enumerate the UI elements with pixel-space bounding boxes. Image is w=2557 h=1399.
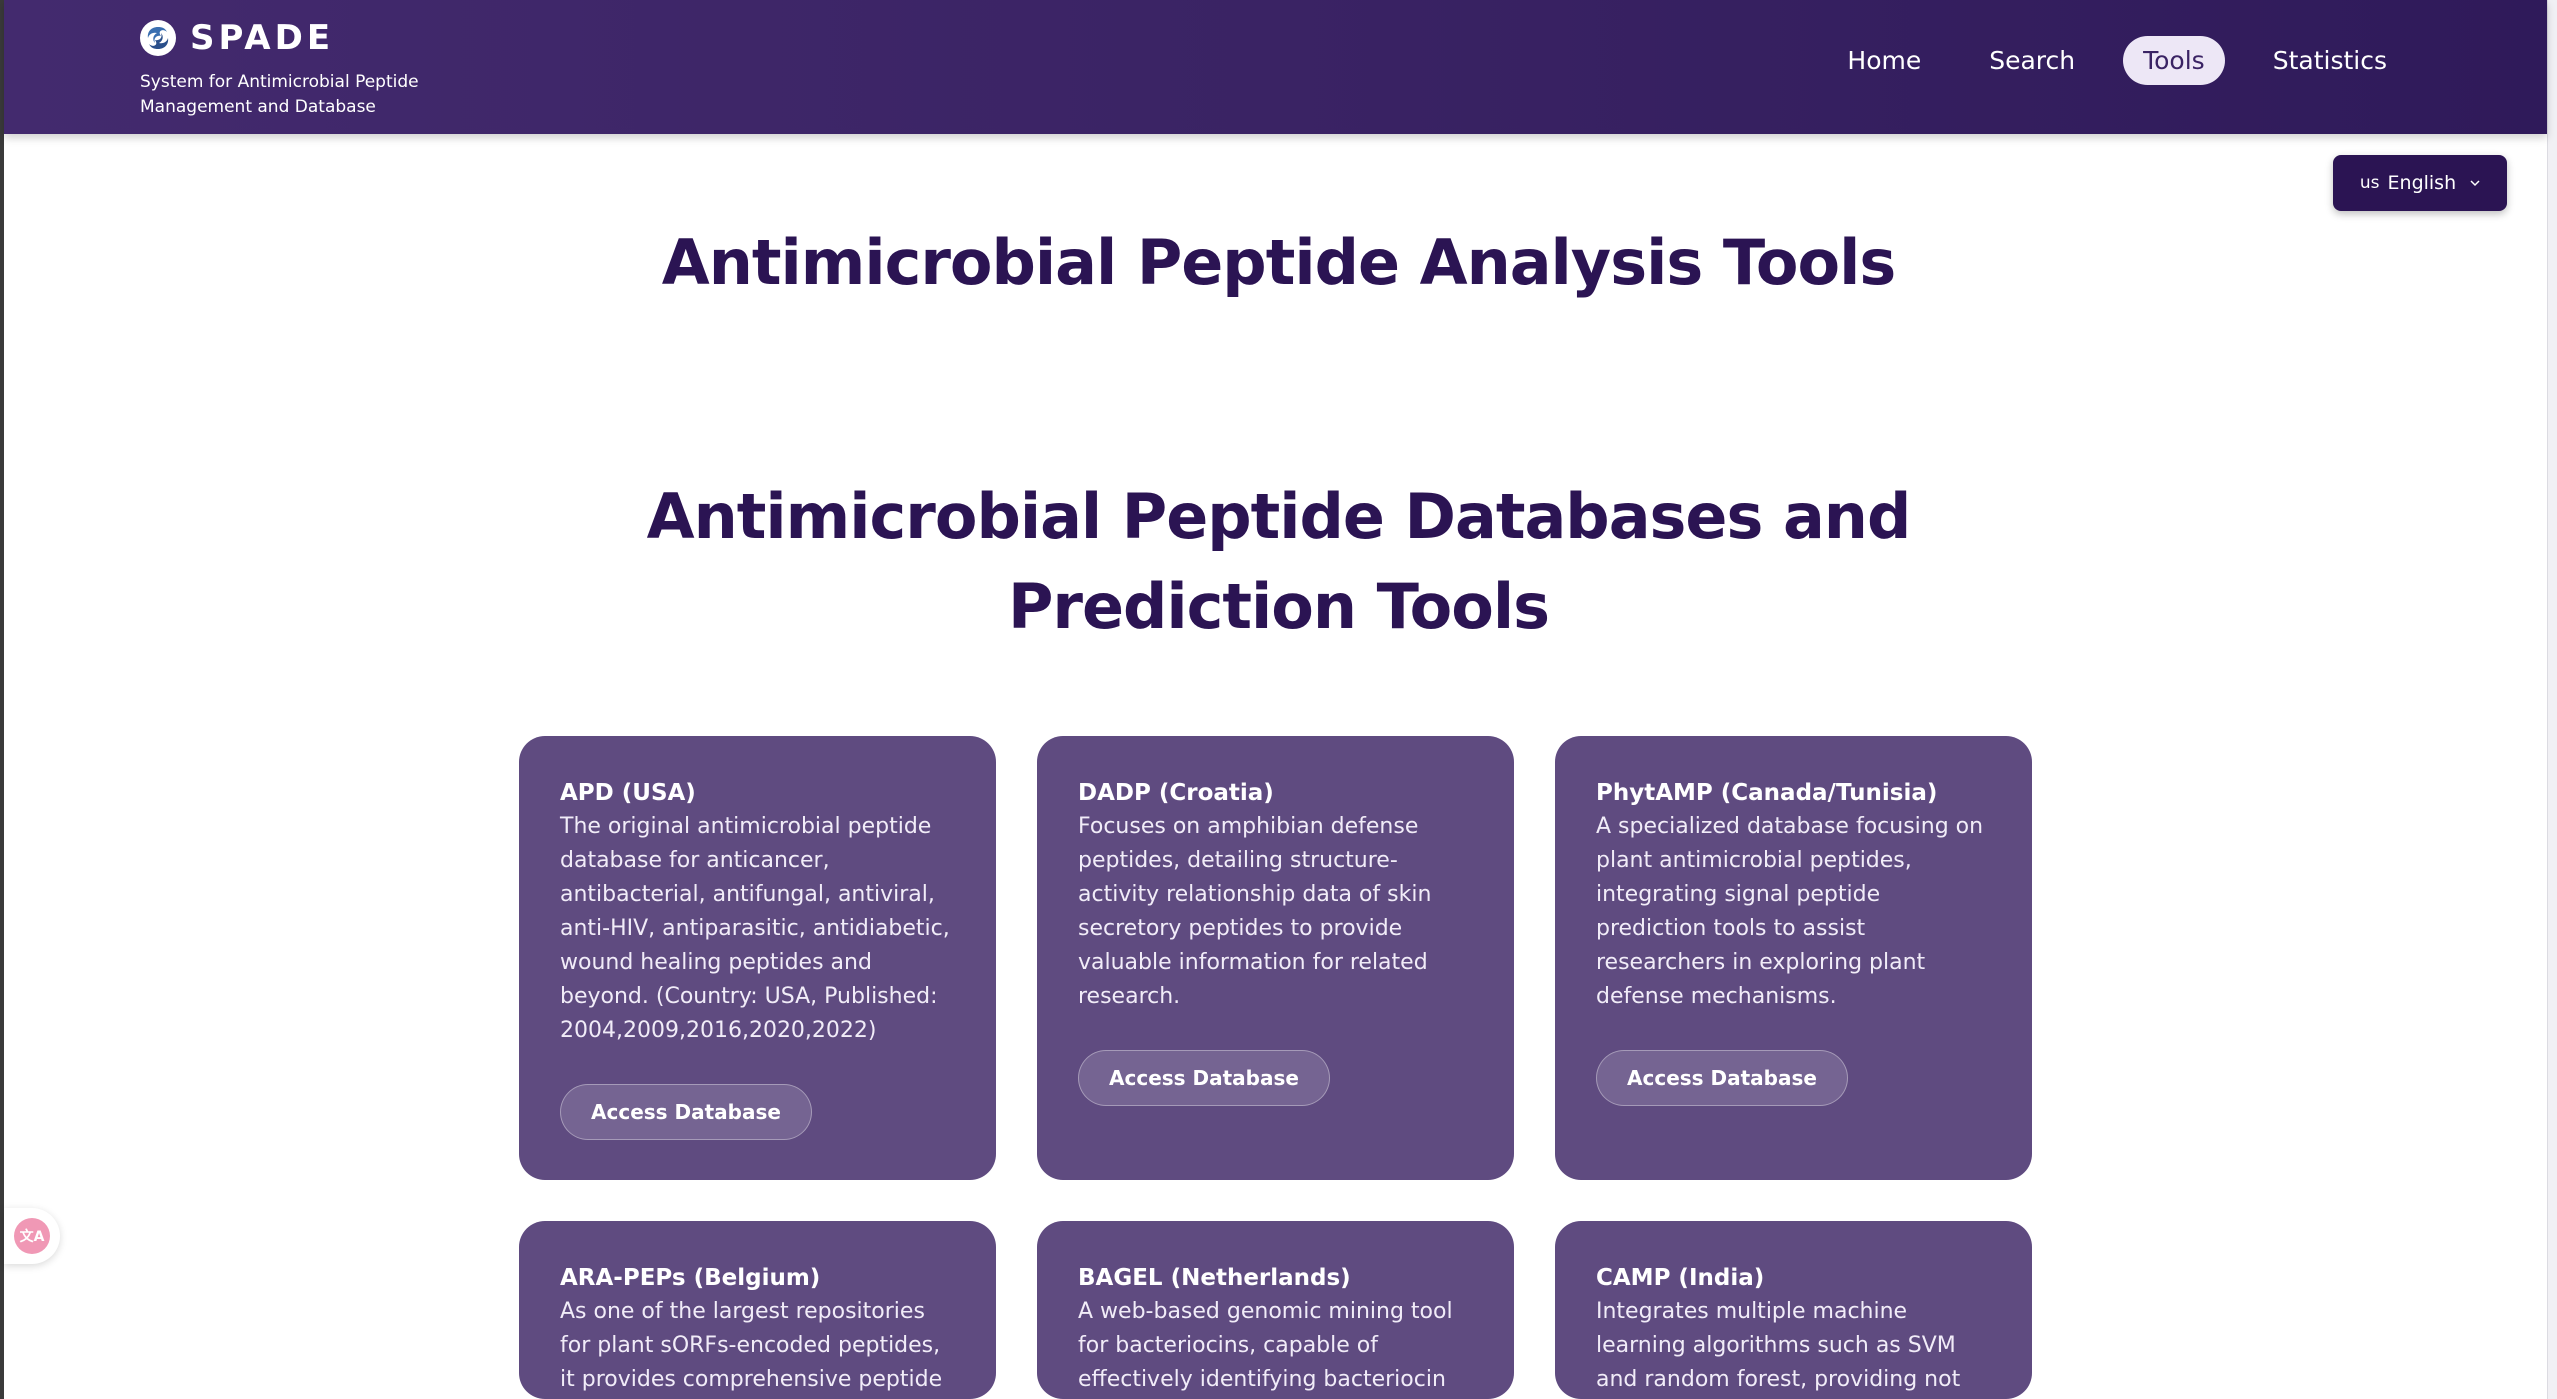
tool-card-bagel: BAGEL (Netherlands) A web-based genomic …	[1037, 1221, 1514, 1399]
card-title: ARA-PEPs (Belgium)	[560, 1265, 821, 1291]
card-title: DADP (Croatia)	[1078, 780, 1274, 806]
translate-icon: 文A	[14, 1218, 50, 1254]
tool-card-camp: CAMP (India) Integrates multiple machine…	[1555, 1221, 2032, 1399]
nav-home[interactable]: Home	[1827, 36, 1941, 85]
tool-card-phytamp: PhytAMP (Canada/Tunisia) A specialized d…	[1555, 736, 2032, 1180]
main-nav: Home Search Tools Statistics	[1799, 36, 2407, 85]
chevron-down-icon	[2470, 180, 2480, 187]
top-navbar: SPADE System for Antimicrobial Peptide M…	[4, 0, 2547, 134]
card-description: A specialized database focusing on plant…	[1596, 814, 1984, 1009]
card-description: Integrates multiple machine learning alg…	[1596, 1299, 1961, 1392]
translate-widget[interactable]: 文A	[4, 1208, 60, 1264]
nav-tools[interactable]: Tools	[2123, 36, 2225, 85]
nav-statistics[interactable]: Statistics	[2253, 36, 2407, 85]
card-title: APD (USA)	[560, 780, 696, 806]
section-title: Antimicrobial Peptide Databases and Pred…	[646, 480, 1912, 643]
language-selector[interactable]: us English	[2333, 155, 2507, 211]
brand-title: SPADE	[190, 18, 335, 58]
spade-logo-icon	[140, 20, 176, 56]
access-database-button[interactable]: Access Database	[1596, 1050, 1848, 1106]
card-description: A web-based genomic mining tool for bact…	[1078, 1299, 1453, 1392]
tool-card-ara-peps: ARA-PEPs (Belgium) As one of the largest…	[519, 1221, 996, 1399]
card-title: BAGEL (Netherlands)	[1078, 1265, 1351, 1291]
brand[interactable]: SPADE System for Antimicrobial Peptide M…	[140, 18, 420, 120]
card-description: As one of the largest repositories for p…	[560, 1299, 943, 1392]
tool-card-dadp: DADP (Croatia) Focuses on amphibian defe…	[1037, 736, 1514, 1180]
language-code: us	[2359, 173, 2380, 193]
nav-search[interactable]: Search	[1969, 36, 2095, 85]
card-title: CAMP (India)	[1596, 1265, 1765, 1291]
access-database-button[interactable]: Access Database	[560, 1084, 812, 1140]
page-title: Antimicrobial Peptide Analysis Tools	[661, 226, 1897, 299]
card-description: Focuses on amphibian defense peptides, d…	[1078, 814, 1432, 1009]
scrollbar-track[interactable]	[2547, 0, 2557, 1399]
window-frame-left	[0, 0, 4, 1399]
tool-card-apd: APD (USA) The original antimicrobial pep…	[519, 736, 996, 1180]
card-title: PhytAMP (Canada/Tunisia)	[1596, 780, 1938, 806]
brand-subtitle: System for Antimicrobial Peptide Managem…	[140, 72, 419, 117]
language-label: English	[2387, 172, 2457, 194]
card-description: The original antimicrobial peptide datab…	[560, 814, 950, 1043]
access-database-button[interactable]: Access Database	[1078, 1050, 1330, 1106]
